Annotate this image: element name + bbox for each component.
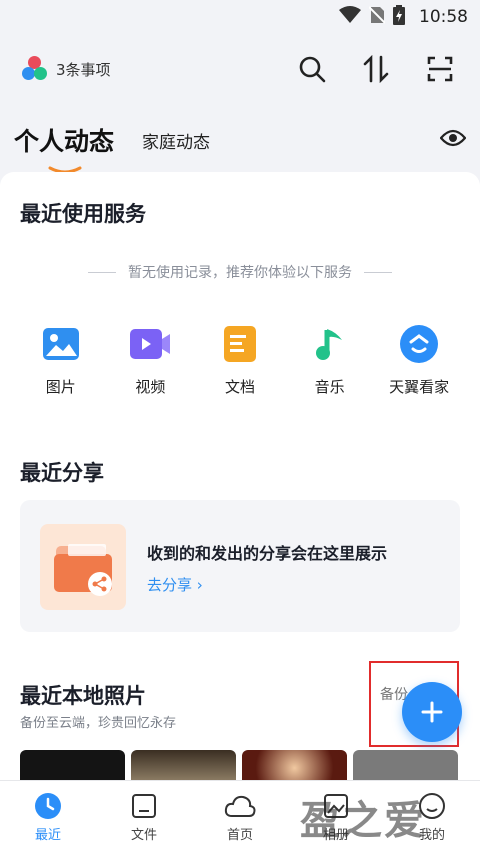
nav-label: 文件 (130, 827, 157, 843)
recent-services-title: 最近使用服务 (20, 202, 146, 226)
scan-icon[interactable] (422, 51, 458, 87)
nav-label: 首页 (226, 827, 253, 843)
nav-files[interactable]: 文件 (96, 781, 192, 853)
photo-thumbnail[interactable] (242, 750, 347, 780)
service-label: 天翼看家 (389, 378, 450, 396)
share-folder-icon (40, 524, 126, 610)
service-label: 图片 (45, 378, 76, 396)
service-label: 视频 (135, 378, 166, 396)
app-logo-icon[interactable] (22, 56, 48, 82)
status-bar: 10:58 (0, 0, 480, 34)
photo-thumbnail[interactable] (20, 750, 125, 780)
plus-icon (421, 701, 443, 723)
service-music[interactable]: 音乐 (285, 324, 375, 397)
nav-label: 最近 (34, 827, 61, 843)
local-photos-title: 最近本地照片 (20, 684, 146, 708)
status-time: 10:58 (419, 7, 468, 27)
recent-share-title: 最近分享 (20, 461, 104, 485)
image-icon (41, 324, 81, 364)
tab-personal-feed-label: 个人动态 (14, 127, 115, 156)
photo-thumbnails (20, 750, 480, 780)
photo-thumbnail[interactable] (353, 750, 458, 780)
go-share-link[interactable]: 去分享 › (147, 574, 203, 595)
home-camera-icon (399, 324, 439, 364)
main-content: 最近使用服务 暂无使用记录，推荐你体验以下服务 图片 视频 文档 音乐 天翼看家… (0, 172, 480, 780)
nav-home[interactable]: 首页 (192, 781, 288, 853)
service-label: 音乐 (314, 378, 345, 396)
no-sim-icon (368, 6, 386, 28)
local-photos-subtitle: 备份至云端，珍贵回忆永存 (20, 716, 177, 731)
divider (364, 271, 392, 273)
feed-tabs: 个人动态 家庭动态 (0, 110, 480, 174)
nav-recent[interactable]: 最近 (0, 781, 96, 853)
music-icon (310, 324, 350, 364)
battery-charging-icon (393, 5, 405, 29)
folder-icon (132, 793, 156, 818)
share-empty-message: 收到的和发出的分享会在这里展示 (147, 544, 388, 563)
service-images[interactable]: 图片 (16, 324, 106, 397)
search-icon[interactable] (294, 51, 330, 87)
top-header: 3条事项 (0, 34, 480, 104)
service-grid: 图片 视频 文档 音乐 天翼看家 (0, 324, 480, 397)
clock-icon (35, 792, 61, 819)
service-documents[interactable]: 文档 (195, 324, 285, 397)
tab-personal-feed[interactable]: 个人动态 (14, 122, 115, 174)
service-videos[interactable]: 视频 (106, 324, 196, 397)
document-icon (220, 324, 260, 364)
photo-thumbnail[interactable] (131, 750, 236, 780)
share-card[interactable]: 收到的和发出的分享会在这里展示 去分享 › (20, 500, 460, 632)
service-home-camera[interactable]: 天翼看家 (374, 324, 464, 397)
add-button[interactable] (402, 682, 462, 742)
cloud-icon (224, 795, 256, 817)
divider (88, 271, 116, 273)
service-label: 文档 (224, 378, 255, 396)
empty-services-hint: 暂无使用记录，推荐你体验以下服务 (0, 262, 480, 282)
watermark: 盈之爱 (300, 797, 426, 844)
tab-family-feed[interactable]: 家庭动态 (142, 128, 210, 153)
sort-transfer-icon[interactable] (358, 51, 394, 87)
eye-icon[interactable] (439, 128, 467, 152)
wifi-icon (339, 6, 361, 28)
video-icon (130, 324, 171, 364)
todo-count-label[interactable]: 3条事项 (56, 59, 111, 80)
empty-hint-text: 暂无使用记录，推荐你体验以下服务 (128, 265, 352, 281)
